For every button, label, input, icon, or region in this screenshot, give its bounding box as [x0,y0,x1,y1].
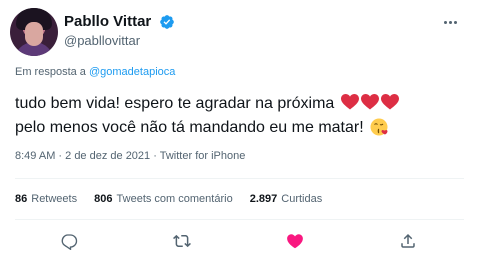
divider [15,219,464,220]
red-heart-emoji-icon [380,94,399,110]
tweet-text: tudo bem vida! espero te agradar na próx… [15,92,470,140]
share-icon [401,233,415,248]
likes-label: Curtidas [281,193,323,205]
tweet-line-1: tudo bem vida! espero te agradar na próx… [15,92,470,116]
like-button[interactable] [284,230,306,252]
reply-mention-link[interactable]: @gomadetapioca [89,66,175,78]
meta-separator: · [55,150,66,162]
tweet-line-2-text: pelo menos você não tá mandando eu me ma… [15,119,364,136]
red-heart-emoji-icon [360,94,379,110]
verified-badge-icon [159,15,174,29]
reply-icon [61,234,78,251]
retweet-button[interactable] [171,230,193,252]
tweet-time[interactable]: 8:49 AM [15,150,55,162]
tweet-meta: 8:49 AM · 2 de dez de 2021 · Twitter for… [15,150,245,162]
tweet-line-2: pelo menos você não tá mandando eu me ma… [15,116,470,140]
like-icon [287,234,303,249]
likes-count: 2.897 [249,193,278,205]
display-name[interactable]: Pabllo Vittar [64,13,151,31]
share-button[interactable] [397,230,419,252]
quote-tweets-stat[interactable]: 806 Tweets com comentário [94,193,233,205]
red-heart-emoji-icon [340,94,359,110]
tweet-actions [0,230,479,254]
divider [15,178,464,179]
retweet-icon [173,234,191,248]
retweets-stat[interactable]: 86 Retweets [15,193,77,205]
reply-button[interactable] [58,230,80,252]
reply-prefix: Em resposta a [15,66,86,78]
user-handle[interactable]: @pabllovittar [64,32,175,50]
tweet-line-1-text: tudo bem vida! espero te agradar na próx… [15,95,335,112]
meta-separator: · [150,150,160,162]
reply-context: Em resposta a @gomadetapioca [15,66,175,78]
tweet-stats: 86 Retweets 806 Tweets com comentário 2.89… [15,193,336,205]
tweet-source[interactable]: Twitter for iPhone [160,150,246,162]
retweets-count: 86 [15,193,28,205]
tweet-date[interactable]: 2 de dez de 2021 [65,150,150,162]
user-info: Pabllo Vittar @pabllovittar [64,13,175,50]
avatar[interactable] [10,8,58,56]
likes-stat[interactable]: 2.897 Curtidas [250,193,323,205]
tweet-header: Pabllo Vittar @pabllovittar [10,8,469,56]
more-options-icon[interactable] [443,14,465,28]
quote-tweets-count: 806 [94,193,113,205]
retweets-label: Retweets [31,193,78,205]
quote-tweets-label: Tweets com comentário [116,193,233,205]
face-blowing-kiss-emoji-icon [370,118,388,136]
avatar-face [25,22,43,46]
